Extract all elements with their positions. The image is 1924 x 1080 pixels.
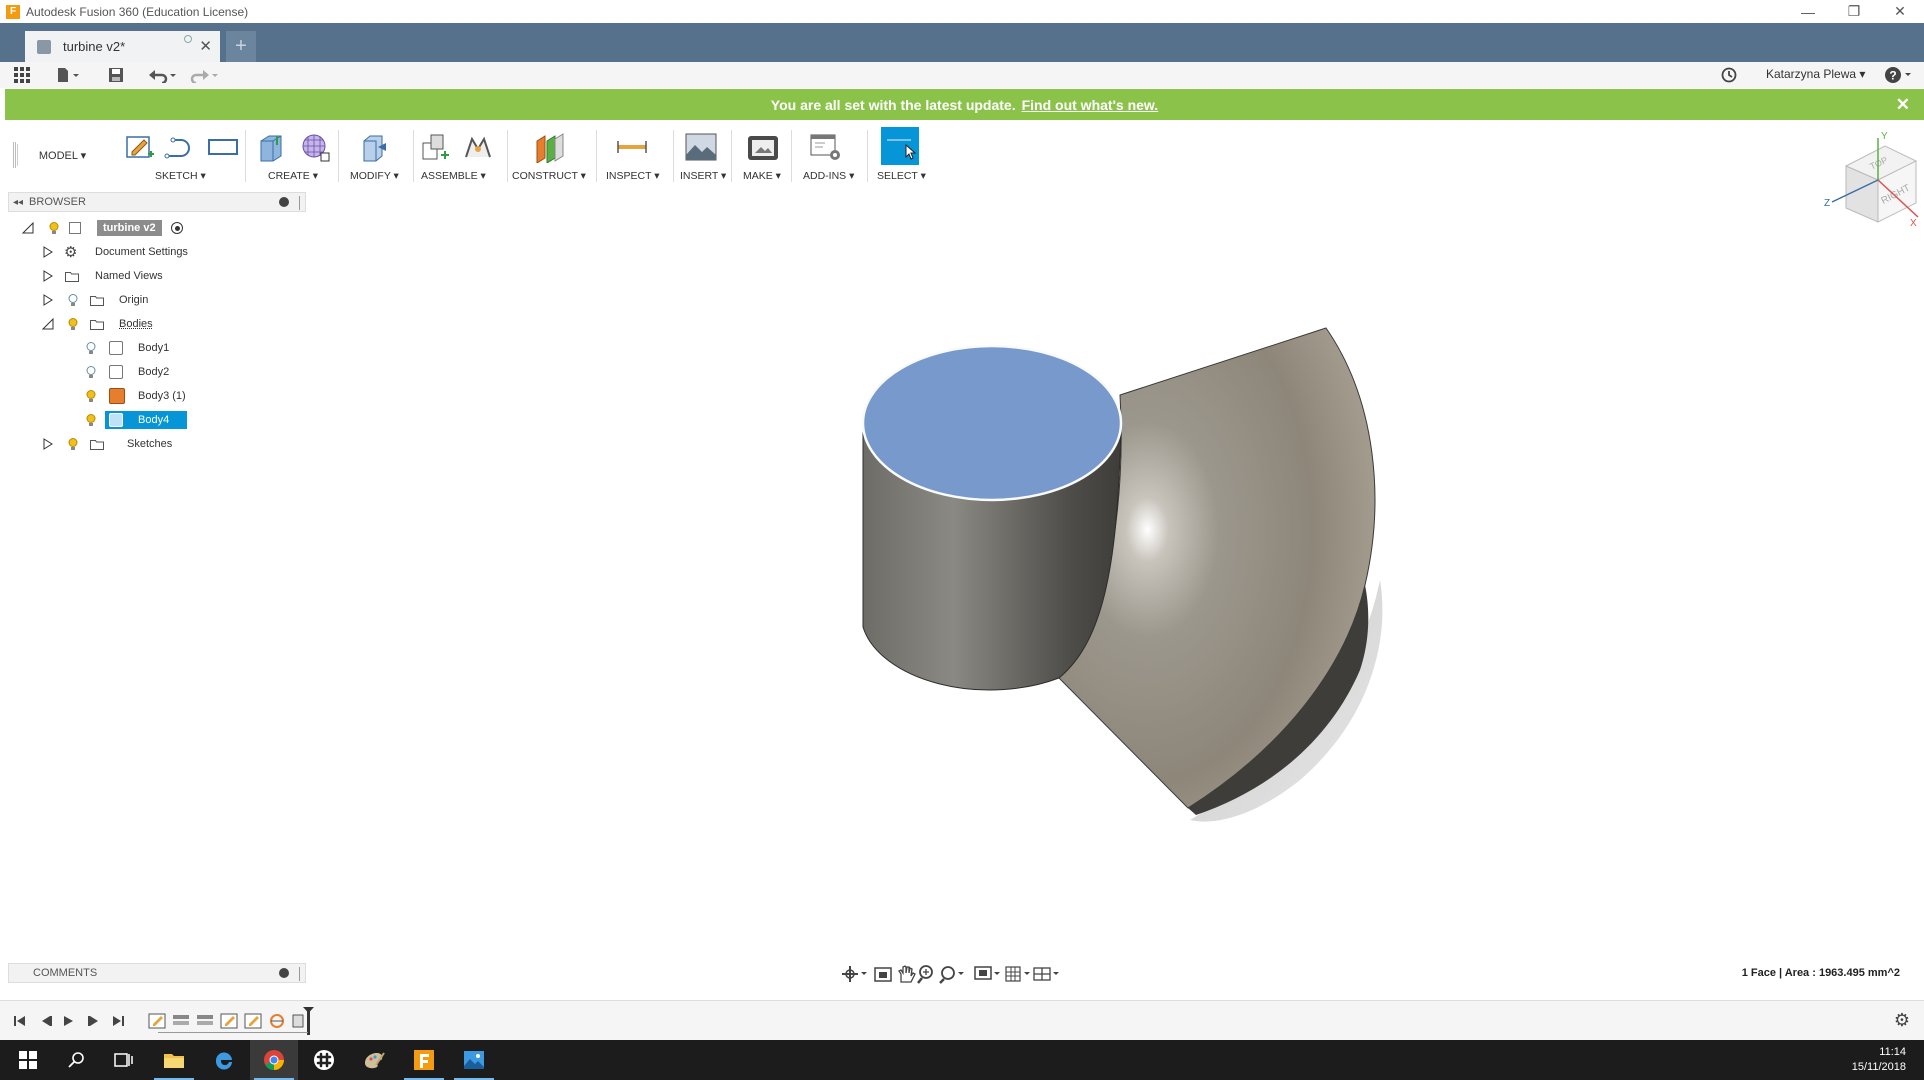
step-back-icon[interactable] bbox=[42, 1016, 52, 1026]
fit-icon[interactable] bbox=[939, 966, 964, 984]
clock-date: 15/11/2018 bbox=[1851, 1061, 1906, 1073]
go-to-start-icon[interactable] bbox=[14, 1016, 25, 1026]
slack-icon[interactable] bbox=[300, 1040, 348, 1080]
timeline-marker-icon[interactable] bbox=[303, 1007, 314, 1035]
timeline-body-icon[interactable] bbox=[292, 1014, 304, 1028]
timeline-extrude-icon[interactable] bbox=[173, 1015, 189, 1025]
viewcube[interactable]: TOP RIGHT Y Z X bbox=[1820, 130, 1920, 230]
step-forward-icon[interactable] bbox=[88, 1016, 98, 1026]
viewport-canvas[interactable] bbox=[0, 0, 1924, 1000]
zoom-icon[interactable] bbox=[917, 965, 933, 984]
timeline-extrude-icon[interactable] bbox=[197, 1015, 213, 1025]
photos-icon[interactable] bbox=[450, 1040, 498, 1080]
grid-settings-icon[interactable] bbox=[1005, 966, 1030, 982]
file-explorer-icon[interactable] bbox=[150, 1040, 198, 1080]
pan-icon[interactable] bbox=[898, 965, 916, 983]
axis-y-label: Y bbox=[1881, 131, 1888, 142]
task-view-icon[interactable] bbox=[100, 1040, 148, 1080]
clock-time: 11:14 bbox=[1879, 1046, 1906, 1058]
viewports-icon[interactable] bbox=[1033, 967, 1059, 981]
windows-taskbar: 11:14 15/11/2018 bbox=[0, 1040, 1924, 1080]
timeline-settings-icon[interactable]: ⚙ bbox=[1894, 1010, 1910, 1031]
timeline-sketch-icon[interactable] bbox=[148, 1013, 166, 1029]
chrome-icon[interactable] bbox=[250, 1040, 298, 1080]
go-to-end-icon[interactable] bbox=[113, 1016, 124, 1026]
axis-z-label: Z bbox=[1824, 198, 1830, 209]
timeline-sweep-icon[interactable] bbox=[270, 1014, 284, 1028]
navigation-bar bbox=[838, 962, 1088, 986]
fusion-window: F Autodesk Fusion 360 (Education License… bbox=[0, 0, 1924, 1080]
selection-status: 1 Face | Area : 1963.495 mm^2 bbox=[1741, 967, 1900, 979]
timeline-track bbox=[158, 1032, 308, 1033]
selected-top-face[interactable] bbox=[861, 344, 1123, 502]
comments-title: COMMENTS bbox=[33, 967, 98, 979]
axis-x-label: X bbox=[1910, 218, 1917, 229]
fusion360-taskbar-icon[interactable] bbox=[400, 1040, 448, 1080]
comments-panel[interactable]: COMMENTS bbox=[8, 963, 306, 983]
play-icon[interactable] bbox=[64, 1016, 73, 1026]
add-comment-icon[interactable] bbox=[279, 968, 289, 978]
display-settings-icon[interactable] bbox=[974, 966, 1000, 980]
timeline-bar: ⚙ bbox=[0, 1000, 1924, 1040]
orbit-icon[interactable] bbox=[842, 966, 867, 982]
look-at-icon[interactable] bbox=[874, 967, 892, 982]
timeline-sketch-icon[interactable] bbox=[244, 1013, 262, 1029]
panel-resize-handle[interactable] bbox=[299, 967, 301, 981]
start-button[interactable] bbox=[4, 1040, 52, 1080]
timeline-features[interactable] bbox=[148, 1006, 328, 1036]
search-icon[interactable] bbox=[52, 1040, 100, 1080]
edge-browser-icon[interactable] bbox=[200, 1040, 248, 1080]
timeline-sketch-icon[interactable] bbox=[220, 1013, 238, 1029]
paint-icon[interactable] bbox=[350, 1040, 398, 1080]
system-clock[interactable]: 11:14 15/11/2018 bbox=[1852, 1045, 1906, 1075]
